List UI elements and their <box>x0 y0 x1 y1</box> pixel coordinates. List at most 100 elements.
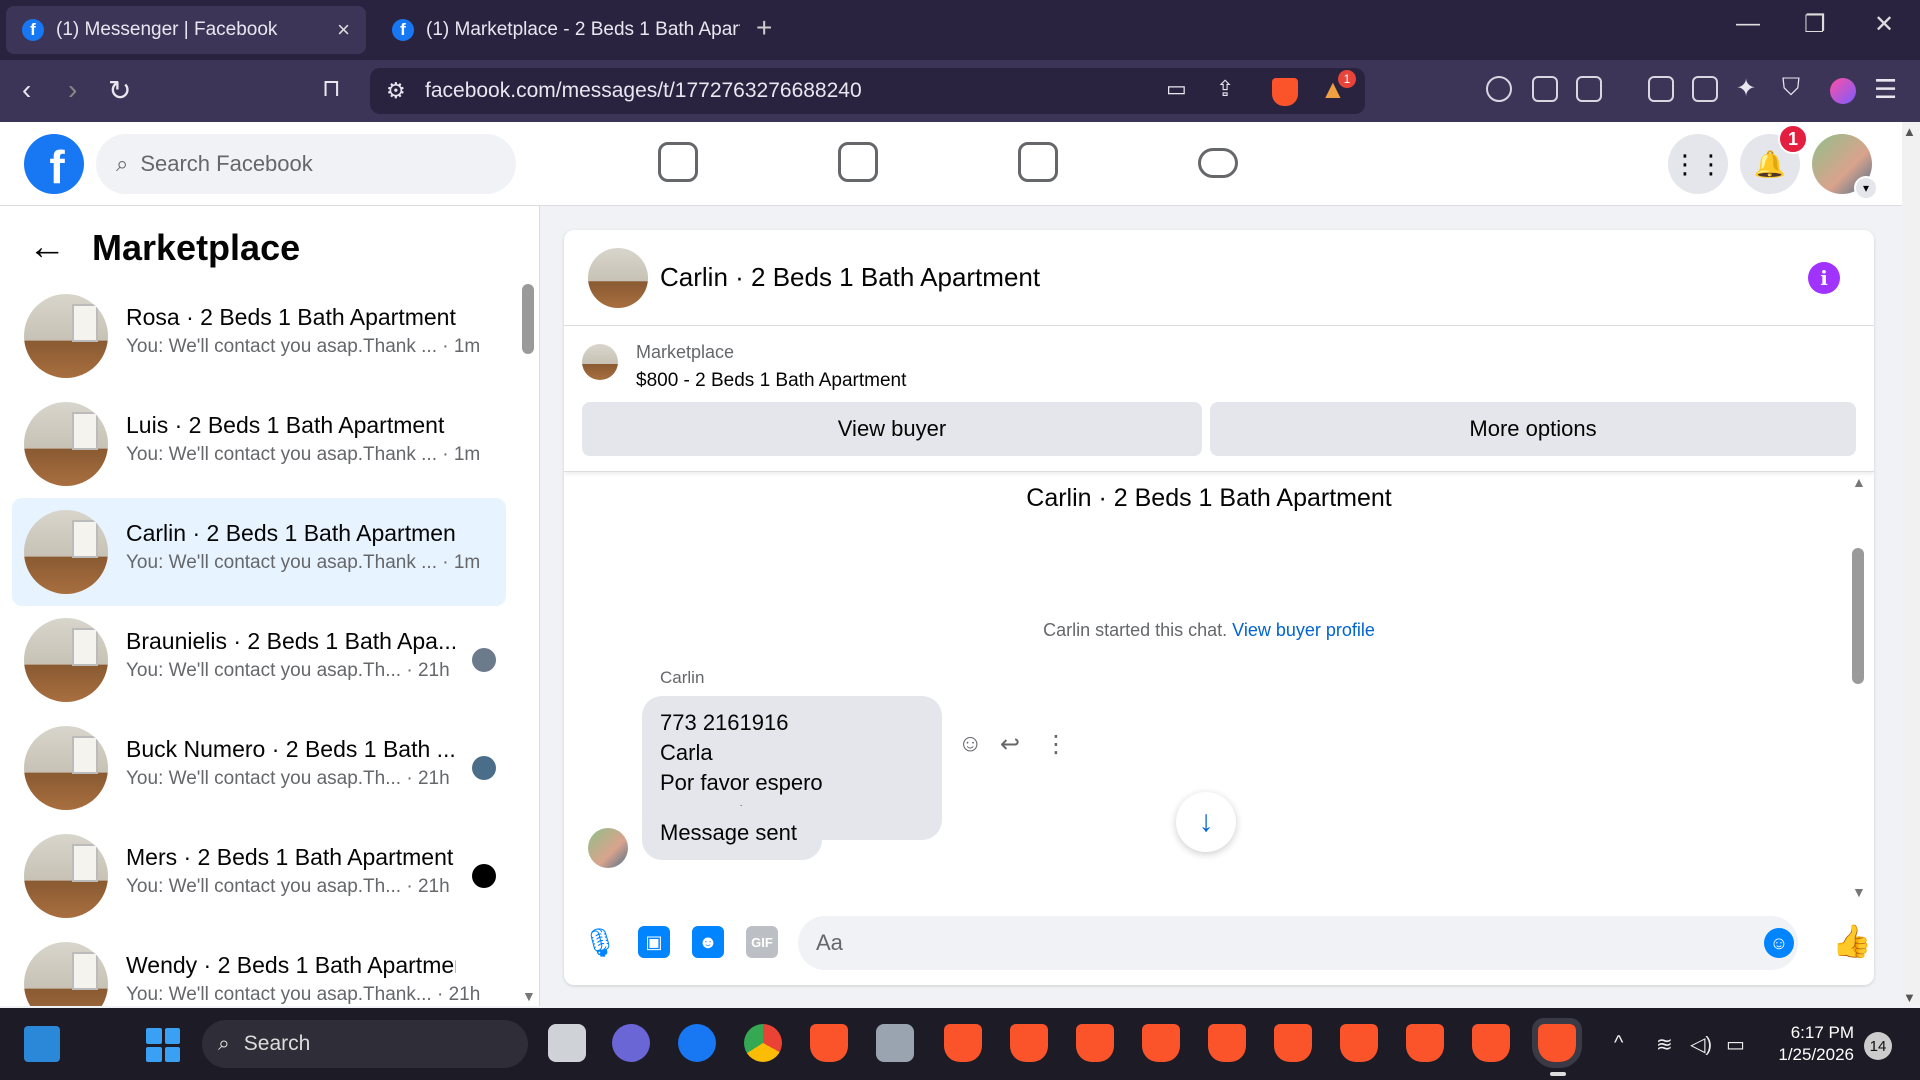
reply-icon[interactable]: ↩ <box>1000 730 1020 759</box>
gaming-icon[interactable] <box>1198 148 1238 178</box>
video-icon[interactable] <box>838 142 878 182</box>
brave-profile-icon[interactable] <box>1208 1024 1246 1062</box>
extension-circle-icon[interactable] <box>1486 76 1512 102</box>
view-buyer-button[interactable]: View buyer <box>582 402 1202 456</box>
brave-profile-icon[interactable] <box>944 1024 982 1062</box>
page-scroll-down-icon[interactable]: ▼ <box>1903 990 1916 1005</box>
minimize-icon[interactable]: — <box>1736 10 1760 38</box>
brave-shields-icon[interactable] <box>1272 78 1298 106</box>
message-input[interactable]: Aa <box>798 916 1798 970</box>
chat-avatar[interactable] <box>588 248 648 308</box>
teams-icon[interactable] <box>612 1024 650 1062</box>
taskbar-clock[interactable]: 6:17 PM 1/25/2026 <box>1770 1022 1854 1066</box>
profile-icon[interactable] <box>1830 78 1856 104</box>
conversation-item[interactable]: Buck Numero · 2 Beds 1 Bath ... You: We'… <box>12 714 506 822</box>
task-view-icon[interactable] <box>548 1024 586 1062</box>
start-button[interactable] <box>146 1028 180 1062</box>
close-tab-icon[interactable]: × <box>337 17 350 43</box>
started-text: Carlin started this chat. <box>1043 620 1228 640</box>
wifi-icon[interactable]: ≋ <box>1656 1032 1673 1057</box>
page-scroll-up-icon[interactable]: ▲ <box>1903 124 1916 139</box>
forward-icon[interactable]: › <box>68 74 77 106</box>
more-actions-icon[interactable]: ⋮ <box>1044 730 1068 759</box>
leo-ai-icon[interactable]: ✦ <box>1736 74 1756 103</box>
site-settings-icon[interactable]: ⚙ <box>386 78 406 104</box>
brave-profile-icon[interactable] <box>1274 1024 1312 1062</box>
scroll-down-arrow-icon[interactable]: ▼ <box>522 988 536 1004</box>
sidebar-icon[interactable] <box>1648 76 1674 102</box>
thumbs-up-icon[interactable]: 👍 <box>1832 922 1872 960</box>
chat-title[interactable]: Carlin · 2 Beds 1 Bath Apartment <box>660 262 1040 293</box>
outgoing-message-bubble[interactable]: Message sent <box>642 806 822 860</box>
menu-icon[interactable]: ☰ <box>1874 74 1897 105</box>
tab-marketplace[interactable]: f (1) Marketplace - 2 Beds 1 Bath Apart <box>376 6 756 54</box>
home-icon[interactable] <box>658 142 698 182</box>
brave-profile-icon[interactable] <box>1472 1024 1510 1062</box>
facebook-logo-icon[interactable]: f <box>24 134 84 194</box>
conversation-preview: You: We'll contact you asap.Thank ... · … <box>126 336 481 357</box>
conversation-item-selected[interactable]: Carlin · 2 Beds 1 Bath Apartment You: We… <box>12 498 506 606</box>
scroll-to-bottom-button[interactable]: ↓ <box>1176 792 1236 852</box>
back-icon[interactable]: ‹ <box>22 74 31 106</box>
chevron-up-icon[interactable]: ^ <box>1614 1032 1623 1055</box>
sidebar-scrollbar[interactable] <box>522 284 534 354</box>
screenshot-icon[interactable] <box>1576 76 1602 102</box>
close-window-icon[interactable]: ✕ <box>1874 10 1894 39</box>
taskbar-search[interactable]: ⌕ Search <box>202 1020 528 1068</box>
sticker-icon[interactable]: ☻ <box>692 926 724 958</box>
listing-price[interactable]: $800 - 2 Beds 1 Bath Apartment <box>636 370 906 392</box>
more-options-button[interactable]: More options <box>1210 402 1856 456</box>
cast-icon[interactable]: ▭ <box>1166 76 1187 102</box>
app-icon[interactable] <box>876 1024 914 1062</box>
extensions-puzzle-icon[interactable] <box>1532 76 1558 102</box>
info-icon[interactable]: i <box>1808 262 1840 294</box>
scroll-down-arrow-icon[interactable]: ▼ <box>1852 884 1866 900</box>
gif-icon[interactable]: GIF <box>746 926 778 958</box>
marketplace-icon[interactable] <box>1018 142 1058 182</box>
conversation-name: Luis · 2 Beds 1 Bath Apartment <box>126 412 445 438</box>
brave-profile-icon[interactable] <box>1406 1024 1444 1062</box>
widgets-icon[interactable] <box>24 1026 60 1062</box>
conversation-name: Braunielis · 2 Beds 1 Bath Apa... <box>126 628 456 654</box>
brave-profile-icon[interactable] <box>1076 1024 1114 1062</box>
react-emoji-icon[interactable]: ☺ <box>958 730 983 758</box>
conversation-item[interactable]: Rosa · 2 Beds 1 Bath Apartment You: We'l… <box>12 282 506 390</box>
menu-grid-button[interactable]: ⋮⋮ <box>1668 134 1728 194</box>
conversation-item[interactable]: Wendy · 2 Beds 1 Bath Apartment You: We'… <box>12 930 506 1006</box>
chrome-icon[interactable] <box>744 1024 782 1062</box>
conversation-item[interactable]: Mers · 2 Beds 1 Bath Apartment You: We'l… <box>12 822 506 930</box>
view-buyer-profile-link[interactable]: View buyer profile <box>1232 620 1375 640</box>
volume-icon[interactable]: ◁) <box>1690 1032 1712 1057</box>
notification-count-badge[interactable]: 14 <box>1864 1032 1892 1060</box>
address-bar[interactable]: ⚙ facebook.com/messages/t/17727632766882… <box>370 68 1365 114</box>
scroll-up-arrow-icon[interactable]: ▲ <box>1852 474 1866 490</box>
chevron-down-icon[interactable]: ▾ <box>1854 176 1878 200</box>
search-input[interactable]: ⌕ Search Facebook <box>96 134 516 194</box>
brave-profile-icon[interactable] <box>1340 1024 1378 1062</box>
brave-profile-icon[interactable] <box>1010 1024 1048 1062</box>
battery-icon[interactable]: ▭ <box>1726 1032 1745 1057</box>
sidebar-header: ← Marketplace <box>28 226 300 269</box>
photo-icon[interactable]: ▣ <box>638 926 670 958</box>
listing-thumbnail <box>24 294 108 378</box>
vpn-shield-icon[interactable]: ⛉ <box>1782 74 1800 102</box>
emoji-icon[interactable]: ☺ <box>1764 928 1794 958</box>
message-composer: 🎙 ▣ ☻ GIF Aa ☺ 👍 <box>564 902 1874 985</box>
new-tab-icon[interactable]: + <box>756 12 772 44</box>
conversation-item[interactable]: Luis · 2 Beds 1 Bath Apartment You: We'l… <box>12 390 506 498</box>
share-icon[interactable]: ⇪ <box>1216 76 1234 102</box>
page-scrollbar[interactable] <box>1902 122 1920 1006</box>
microphone-icon[interactable]: 🎙 <box>582 926 618 958</box>
brave-profile-icon[interactable] <box>1142 1024 1180 1062</box>
reload-icon[interactable]: ↻ <box>108 74 131 107</box>
back-arrow-icon[interactable]: ← <box>28 226 66 269</box>
brave-icon[interactable] <box>810 1024 848 1062</box>
conversation-item[interactable]: Braunielis · 2 Beds 1 Bath Apa... You: W… <box>12 606 506 714</box>
wallet-icon[interactable] <box>1692 76 1718 102</box>
bookmark-icon[interactable]: ⊓ <box>322 74 341 103</box>
chat-scrollbar[interactable] <box>1852 548 1864 684</box>
brave-profile-active-icon[interactable] <box>1532 1018 1582 1068</box>
restore-icon[interactable]: ❐ <box>1804 10 1826 39</box>
facebook-app-icon[interactable] <box>678 1024 716 1062</box>
tab-messenger[interactable]: f (1) Messenger | Facebook × <box>6 6 366 54</box>
